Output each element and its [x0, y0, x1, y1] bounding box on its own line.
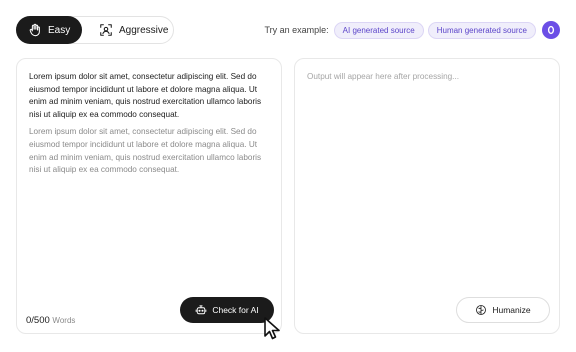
hand-icon	[28, 23, 42, 37]
word-count-value: 0/500	[26, 315, 50, 326]
ai-source-example-button[interactable]: AI generated source	[333, 21, 424, 39]
mouse-cursor-icon	[264, 317, 280, 340]
word-count: 0/500 Words	[26, 315, 75, 326]
human-source-example-button[interactable]: Human generated source	[427, 21, 536, 39]
examples-bar: Try an example: AI generated source Huma…	[264, 21, 560, 39]
easy-mode-label: Easy	[48, 24, 71, 36]
input-paragraph-1: Lorem ipsum dolor sit amet, consectetur …	[29, 72, 262, 119]
input-textarea[interactable]: Lorem ipsum dolor sit amet, consectetur …	[29, 71, 269, 177]
input-paragraph-2: Lorem ipsum dolor sit amet, consectetur …	[29, 127, 262, 175]
humanize-button[interactable]: Humanize	[456, 297, 550, 323]
brain-icon	[476, 305, 487, 315]
check-for-ai-button[interactable]: Check for AI	[180, 297, 274, 323]
easy-mode-button[interactable]: Easy	[16, 16, 82, 44]
output-panel: Output will appear here after processing…	[294, 58, 560, 334]
examples-prompt: Try an example:	[264, 25, 329, 35]
circle-icon	[547, 25, 555, 35]
input-panel: Lorem ipsum dolor sit amet, consectetur …	[16, 58, 282, 334]
output-placeholder: Output will appear here after processing…	[307, 72, 460, 81]
humanize-label: Humanize	[492, 305, 531, 315]
robot-icon	[196, 305, 207, 315]
word-count-unit: Words	[52, 316, 76, 325]
example-extra-button[interactable]	[542, 21, 560, 39]
aggressive-mode-label: Aggressive	[119, 24, 169, 36]
mode-toggle: Easy Aggressive	[16, 16, 174, 44]
scan-icon	[99, 23, 113, 37]
aggressive-mode-button[interactable]: Aggressive	[97, 16, 177, 44]
check-for-ai-label: Check for AI	[212, 305, 259, 315]
